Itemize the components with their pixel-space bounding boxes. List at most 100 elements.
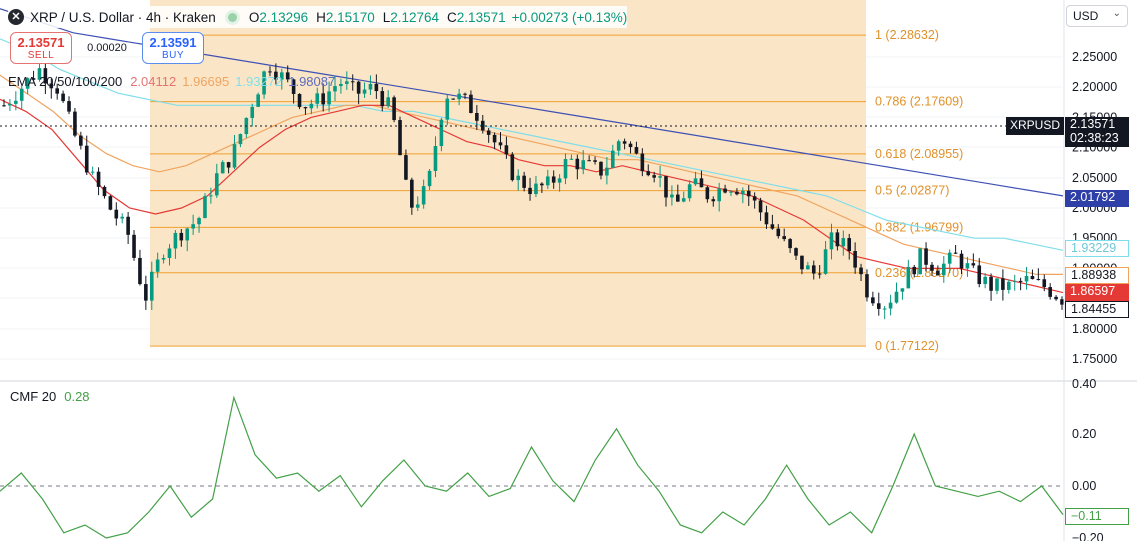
candle-body	[983, 276, 987, 285]
candle-body	[693, 178, 698, 185]
candle-body	[126, 216, 130, 235]
candle-body	[475, 113, 479, 121]
buy-button[interactable]: 2.13591 BUY	[142, 32, 204, 64]
candle-body	[1007, 281, 1011, 290]
candle-body	[203, 196, 207, 219]
candle-body	[528, 187, 532, 195]
candle-body	[569, 158, 574, 160]
candle-body	[1001, 278, 1005, 290]
candle-body	[534, 183, 538, 195]
candle-body	[782, 236, 787, 240]
candle-body	[794, 248, 798, 256]
candle-body	[764, 212, 769, 225]
candle-body	[687, 184, 692, 199]
candle-body	[415, 204, 420, 208]
candle-body	[144, 284, 148, 301]
sell-price: 2.13571	[17, 35, 65, 50]
candle-body	[102, 186, 107, 197]
candle-body	[610, 150, 615, 168]
candle-body	[96, 171, 101, 187]
candle-body	[540, 183, 544, 186]
candle-body	[55, 88, 59, 94]
candle-body	[699, 178, 704, 188]
candle-body	[2, 105, 6, 107]
candle-body	[315, 93, 320, 104]
candle-body	[8, 103, 12, 106]
candle-body	[404, 155, 408, 180]
candle-body	[823, 249, 828, 274]
price-axis-ticks: 2.250002.200002.150002.100002.050002.000…	[1072, 50, 1117, 366]
candle-body	[268, 71, 272, 73]
candle-body	[380, 91, 385, 107]
candle-body	[551, 176, 556, 183]
candle-body	[1024, 276, 1029, 282]
sell-label: SELL	[27, 50, 55, 61]
candle-body	[717, 188, 721, 202]
candle-body	[841, 238, 846, 247]
candle-body	[303, 107, 308, 109]
candle-body	[593, 160, 597, 162]
candle-body	[433, 146, 438, 171]
symbol-title[interactable]: XRP / U.S. Dollar · 4h · Kraken	[30, 10, 216, 25]
close-label: C	[447, 9, 457, 25]
candle-body	[1030, 276, 1035, 280]
candle-body	[214, 173, 219, 196]
ema100-price-tag: 1.93229	[1065, 240, 1129, 257]
candle-body	[516, 175, 521, 181]
cmf-tick-label: −0.20	[1072, 531, 1104, 541]
candle-body	[232, 144, 237, 168]
candle-body	[634, 147, 639, 154]
candle-body	[646, 171, 651, 176]
candle-body	[451, 98, 456, 100]
cmf-tick-label: 0.20	[1072, 427, 1096, 441]
candle-body	[806, 265, 810, 270]
candle-body	[457, 93, 461, 100]
candle-body	[941, 263, 946, 276]
candle-body	[362, 89, 367, 94]
last-close-price-tag: 1.84455	[1065, 301, 1129, 318]
symbol-header: ✕ XRP / U.S. Dollar · 4h · Kraken O 2.132…	[8, 6, 628, 28]
candle-body	[132, 234, 136, 258]
candle-body	[356, 81, 361, 94]
spread-value: 0.00020	[87, 42, 127, 54]
fibonacci-level-label: 0 (1.77122)	[875, 339, 939, 353]
candle-body	[676, 194, 680, 202]
candle-body	[652, 175, 656, 178]
ema200-value: 1.98087	[288, 74, 336, 89]
currency-select[interactable]: USD ⌄	[1066, 5, 1128, 27]
candle-body	[120, 216, 125, 219]
fibonacci-level-label: 1 (2.28632)	[875, 28, 939, 42]
candle-body	[250, 106, 255, 118]
open-label: O	[248, 9, 260, 25]
candle-body	[327, 91, 331, 105]
candle-body	[226, 162, 231, 168]
candle-body	[882, 308, 887, 310]
candle-body	[220, 162, 225, 174]
candle-body	[392, 97, 396, 121]
sell-button[interactable]: 2.13571 SELL	[10, 32, 72, 64]
candle-body	[811, 265, 816, 274]
candle-body	[670, 194, 674, 198]
candle-body	[79, 135, 83, 146]
cmf-legend[interactable]: CMF 20 0.28	[10, 389, 90, 404]
high-value: 2.15170	[325, 9, 375, 25]
candle-body	[73, 111, 77, 136]
ema-legend[interactable]: EMA 20/50/100/200 2.04112 1.96695 1.9327…	[8, 74, 335, 89]
candle-body	[90, 171, 95, 173]
cmf-legend-label: CMF 20	[10, 389, 57, 404]
candle-body	[410, 179, 414, 208]
price-tick-label: 2.20000	[1072, 80, 1117, 94]
cmf-line	[0, 395, 1064, 539]
candle-body	[752, 196, 757, 201]
market-status-dot-icon	[227, 12, 237, 22]
candle-body	[729, 191, 733, 193]
candle-body	[1042, 279, 1047, 288]
candle-body	[723, 188, 727, 193]
candle-body	[256, 94, 260, 107]
price-tick-label: 1.75000	[1072, 352, 1117, 366]
currency-label: USD	[1073, 9, 1099, 23]
candle-body	[504, 145, 509, 155]
candle-body	[209, 195, 213, 197]
candle-body	[835, 232, 840, 247]
candle-body	[746, 190, 751, 197]
